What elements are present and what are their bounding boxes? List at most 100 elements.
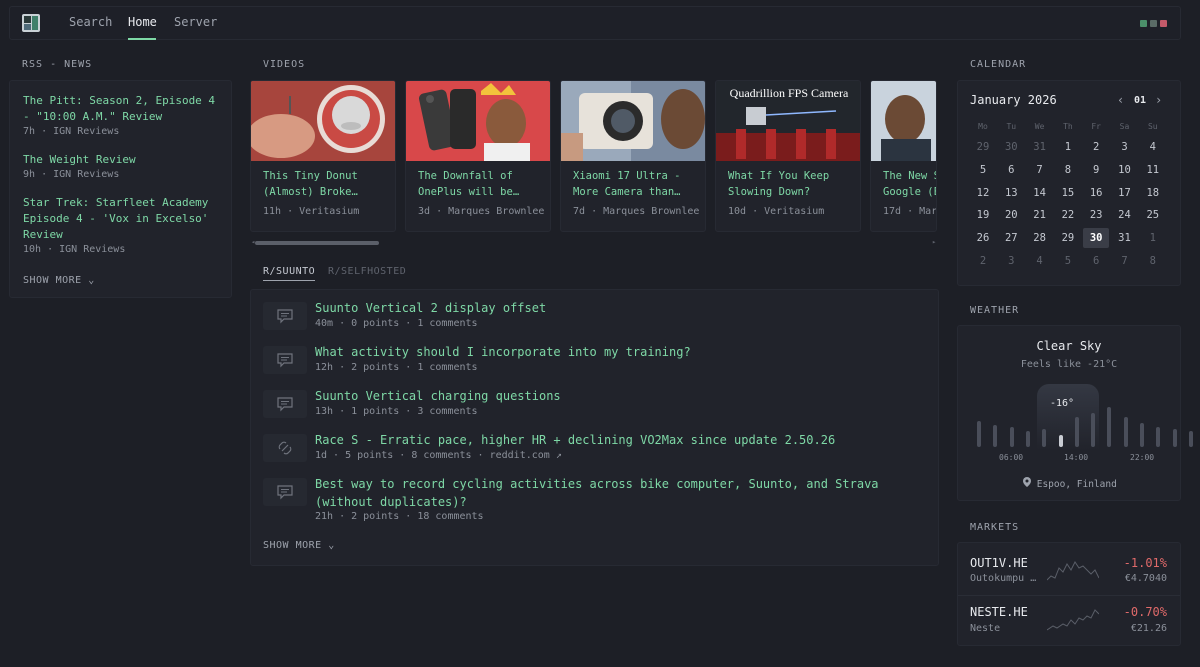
prev-month-chevron-icon[interactable]: ‹ <box>1117 93 1124 107</box>
video-title[interactable]: Xiaomi 17 Ultra - More Camera than… <box>573 168 698 200</box>
video-card[interactable]: Quadrillion FPS Camera What If You Keep … <box>715 80 861 232</box>
videos-scrollbar[interactable] <box>255 241 379 245</box>
calendar-day-today: 30 <box>1083 228 1110 249</box>
reddit-post[interactable]: Suunto Vertical charging questions 13h ·… <box>263 387 933 427</box>
rss-show-more-button[interactable]: SHOW MORE ⌄ <box>23 275 95 286</box>
chevron-down-icon: ⌄ <box>88 275 95 286</box>
calendar-day: 4 <box>1149 141 1156 153</box>
calendar-day: 19 <box>976 209 990 222</box>
rss-item-title[interactable]: The Pitt: Season 2, Episode 4 - "10:00 A… <box>23 93 223 125</box>
tab-r-suunto[interactable]: R/SUUNTO <box>263 266 315 277</box>
calendar-day: 13 <box>1004 186 1018 199</box>
current-temperature: -16° <box>1050 398 1075 409</box>
video-card[interactable]: The Downfall of OnePlus will be… 3d · Ma… <box>405 80 551 232</box>
calendar-day: 1 <box>1064 141 1072 153</box>
nav-home[interactable]: Home <box>128 15 157 29</box>
theme-picker[interactable] <box>1140 20 1167 27</box>
reddit-show-more-button[interactable]: SHOW MORE ⌄ <box>263 540 335 551</box>
video-meta: 17d · Marq <box>883 206 937 217</box>
calendar-day: 22 <box>1061 209 1075 222</box>
temperature-bar <box>1009 427 1014 447</box>
temperature-bar <box>1156 427 1161 447</box>
calendar-day: 30 <box>1004 141 1018 153</box>
temperature-bar <box>1091 413 1096 447</box>
rss-item[interactable]: The Pitt: Season 2, Episode 4 - "10:00 A… <box>23 93 223 139</box>
theme-dot-green[interactable] <box>1140 20 1147 27</box>
reddit-post[interactable]: What activity should I incorporate into … <box>263 343 933 383</box>
calendar-day: 27 <box>1004 232 1018 245</box>
calendar-day: 31 <box>1118 232 1131 245</box>
reddit-post[interactable]: Suunto Vertical 2 display offset 40m · 0… <box>263 299 933 339</box>
video-title[interactable]: The New S Google (E <box>883 168 936 200</box>
market-price: €4.7040 <box>1124 573 1167 584</box>
calendar-day: 10 <box>1118 163 1131 176</box>
calendar-day: 24 <box>1118 209 1131 222</box>
calendar-day: 29 <box>1061 232 1075 245</box>
post-title[interactable]: Suunto Vertical 2 display offset <box>315 299 925 317</box>
video-card[interactable]: The New S Google (E 17d · Marq <box>870 80 937 232</box>
temperature-bar <box>1107 407 1112 447</box>
calendar-day: 29 <box>976 141 990 153</box>
post-meta: 21h · 2 points · 18 comments <box>315 511 484 522</box>
calendar-day: 1 <box>1149 232 1156 245</box>
app-logo-icon[interactable] <box>22 14 40 32</box>
theme-dot-gray[interactable] <box>1150 20 1157 27</box>
temperature-bar <box>1074 417 1079 447</box>
rss-section-title: RSS - NEWS <box>22 59 93 70</box>
link-icon <box>263 434 307 462</box>
calendar-day: 3 <box>1121 141 1128 153</box>
thumbnail-caption: Quadrillion FPS Camera <box>730 86 849 100</box>
video-thumbnail[interactable]: Quadrillion FPS Camera <box>716 81 860 161</box>
active-tab-underline <box>128 38 156 40</box>
nav-server[interactable]: Server <box>174 15 217 29</box>
rss-item[interactable]: Star Trek: Starfleet Academy Episode 4 -… <box>23 195 223 257</box>
video-title[interactable]: This Tiny Donut (Almost) Broke… <box>263 168 388 200</box>
weather-location: Espoo, Finland <box>1023 477 1117 490</box>
month-number: 01 <box>1134 95 1147 106</box>
temperature-bar <box>1188 431 1193 447</box>
rss-item[interactable]: The Weight Review 9h · IGN Reviews <box>23 152 223 182</box>
reddit-post[interactable]: Best way to record cycling activities ac… <box>263 475 933 525</box>
calendar-day: 25 <box>1146 209 1160 222</box>
post-meta: 13h · 1 points · 3 comments <box>315 406 478 417</box>
market-symbol[interactable]: NESTE.HE <box>970 605 1028 619</box>
active-tab-underline <box>263 280 315 281</box>
video-thumbnail[interactable] <box>561 81 705 161</box>
video-title[interactable]: The Downfall of OnePlus will be… <box>418 168 543 200</box>
rss-item-title[interactable]: Star Trek: Starfleet Academy Episode 4 -… <box>23 195 223 243</box>
rss-item-title[interactable]: The Weight Review <box>23 152 223 168</box>
post-title[interactable]: Race S - Erratic pace, higher HR + decli… <box>315 431 925 449</box>
market-sparkline <box>1047 609 1099 631</box>
rss-item-meta: 9h · IGN Reviews <box>23 169 120 180</box>
market-change: -0.70% <box>1123 605 1167 619</box>
post-title[interactable]: Best way to record cycling activities ac… <box>315 475 925 511</box>
video-thumbnail[interactable] <box>406 81 550 161</box>
time-label: 22:00 <box>1130 453 1155 462</box>
market-name: Outokumpu … <box>970 573 1037 584</box>
calendar-day: 20 <box>1004 209 1018 222</box>
calendar-day: 7 <box>1036 163 1043 176</box>
theme-dot-red[interactable] <box>1160 20 1167 27</box>
post-title[interactable]: What activity should I incorporate into … <box>315 343 925 361</box>
reddit-post[interactable]: Race S - Erratic pace, higher HR + decli… <box>263 431 933 471</box>
market-symbol[interactable]: OUT1V.HE <box>970 556 1028 570</box>
market-sparkline <box>1047 561 1099 581</box>
temperature-bar <box>1123 417 1128 447</box>
video-thumbnail[interactable] <box>251 81 395 161</box>
next-month-chevron-icon[interactable]: › <box>1155 93 1162 107</box>
temperature-bar <box>977 421 981 447</box>
tab-r-selfhosted[interactable]: R/SELFHOSTED <box>328 266 406 277</box>
market-price: €21.26 <box>1130 623 1167 634</box>
temperature-bar <box>1140 423 1144 447</box>
video-title[interactable]: What If You Keep Slowing Down? <box>728 168 853 200</box>
divider <box>958 595 1180 596</box>
calendar-weekday: Fr <box>1091 122 1101 131</box>
nav-search[interactable]: Search <box>69 15 112 29</box>
scroll-right-arrow[interactable]: ▸ <box>932 238 936 246</box>
video-card[interactable]: Xiaomi 17 Ultra - More Camera than… 7d ·… <box>560 80 706 232</box>
post-title[interactable]: Suunto Vertical charging questions <box>315 387 925 405</box>
video-thumbnail[interactable] <box>871 81 936 161</box>
video-card[interactable]: This Tiny Donut (Almost) Broke… 11h · Ve… <box>250 80 396 232</box>
calendar-day: 8 <box>1149 255 1156 267</box>
calendar-weekday: Tu <box>1006 122 1017 131</box>
